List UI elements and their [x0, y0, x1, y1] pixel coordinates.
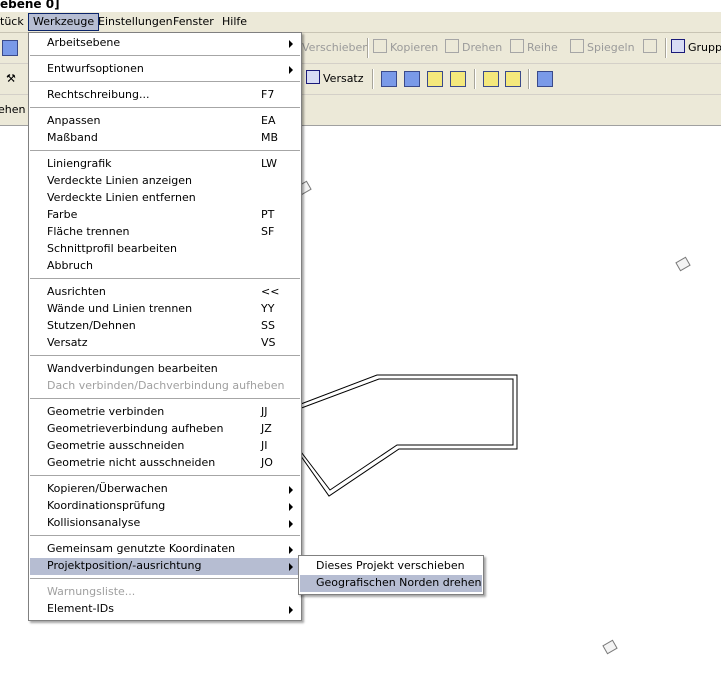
uncut-geometry-icon[interactable]: [450, 71, 466, 87]
window-title: ebene 0]: [0, 0, 60, 11]
menu-fenster[interactable]: Fenster: [169, 14, 218, 30]
group-icon: [671, 39, 685, 53]
hammer-icon[interactable]: ⚒: [6, 70, 16, 88]
paint-icon[interactable]: [505, 71, 521, 87]
menu-item-projektposition[interactable]: Projektposition/-ausrichtung: [30, 558, 300, 575]
werkzeuge-dropdown: Arbeitsebene Entwurfsoptionen Rechtschre…: [28, 32, 302, 621]
rotate-icon: [445, 39, 459, 53]
menu-separator: [30, 150, 300, 151]
menu-item-geometrie-nicht-ausschneiden[interactable]: Geometrie nicht ausschneiden JO: [30, 455, 300, 472]
menu-separator: [30, 535, 300, 536]
menu-item-wandverbindungen[interactable]: Wandverbindungen bearbeiten: [30, 361, 300, 378]
submenu-arrow-icon: [289, 503, 293, 511]
copy-button[interactable]: Kopieren: [373, 39, 438, 57]
menu-item-flaeche-trennen[interactable]: Fläche trennen SF: [30, 224, 300, 241]
menu-item-geometrieverbindung-aufheben[interactable]: Geometrieverbindung aufheben JZ: [30, 421, 300, 438]
menu-item-element-ids[interactable]: Element-IDs: [30, 601, 300, 618]
menu-werkzeuge[interactable]: Werkzeuge: [28, 13, 100, 31]
menu-item-versatz[interactable]: Versatz VS: [30, 335, 300, 352]
title-bar: ebene 0]: [0, 0, 721, 12]
submenu-arrow-icon: [289, 520, 293, 528]
menu-item-schnittprofil[interactable]: Schnittprofil bearbeiten: [30, 241, 300, 258]
menu-item-dach-verbinden: Dach verbinden/Dachverbindung aufheben: [47, 379, 285, 392]
copy-icon: [373, 39, 387, 53]
array-button[interactable]: Reihe: [510, 39, 558, 57]
submenu-item-projekt-verschieben[interactable]: Dieses Projekt verschieben: [300, 558, 482, 575]
menu-item-geometrie-ausschneiden[interactable]: Geometrie ausschneiden JI: [30, 438, 300, 455]
unjoin-geometry-icon[interactable]: [404, 71, 420, 87]
menu-item-warnungsliste: Warnungsliste...: [47, 585, 136, 598]
menu-item-koordinationspruefung[interactable]: Koordinationsprüfung: [30, 498, 300, 515]
menu-item-liniengrafik[interactable]: Liniengrafik LW: [30, 156, 300, 173]
mirror-icon: [570, 39, 584, 53]
menu-item-verdeckte-linien-entfernen[interactable]: Verdeckte Linien entfernen: [30, 190, 300, 207]
menu-item-stutzen-dehnen[interactable]: Stutzen/Dehnen SS: [30, 318, 300, 335]
menu-separator: [30, 475, 300, 476]
menu-einstellungen[interactable]: Einstellungen: [94, 14, 177, 30]
menu-item-massband[interactable]: Maßband MB: [30, 130, 300, 147]
menu-item-anpassen[interactable]: Anpassen EA: [30, 113, 300, 130]
menu-item-arbeitsebene[interactable]: Arbeitsebene: [30, 35, 300, 52]
menu-separator: [30, 578, 300, 579]
submenu-arrow-icon: [289, 546, 293, 554]
menu-item-rechtschreibung[interactable]: Rechtschreibung... F7: [30, 87, 300, 104]
submenu-arrow-icon: [289, 606, 293, 614]
submenu-arrow-icon: [289, 40, 293, 48]
menu-item-waende-linien-trennen[interactable]: Wände und Linien trennen YY: [30, 301, 300, 318]
menu-separator: [30, 81, 300, 82]
menu-separator: [30, 355, 300, 356]
resize-button[interactable]: [643, 39, 660, 57]
toolbar-separator: [367, 38, 369, 58]
projektposition-submenu: Dieses Projekt verschieben Geografischen…: [298, 555, 484, 595]
rotate-button[interactable]: Drehen: [445, 39, 502, 57]
menu-bar: tück Werkzeuge Einstellungen Fenster Hil…: [0, 12, 721, 33]
toolbar-separator: [372, 69, 374, 89]
toolbar-separator: [528, 69, 530, 89]
linework-icon[interactable]: [537, 71, 553, 87]
menu-separator: [30, 398, 300, 399]
join-geometry-icon[interactable]: [381, 71, 397, 87]
submenu-item-norden-drehen[interactable]: Geografischen Norden drehen: [300, 575, 482, 592]
move-button[interactable]: Verschieben: [302, 39, 369, 57]
menu-item-entwurfsoptionen[interactable]: Entwurfsoptionen: [30, 61, 300, 78]
menu-item-farbe[interactable]: Farbe PT: [30, 207, 300, 224]
menu-item-ausrichten[interactable]: Ausrichten <<: [30, 284, 300, 301]
menu-item-gemeinsame-koordinaten[interactable]: Gemeinsam genutzte Koordinaten: [30, 541, 300, 558]
submenu-arrow-icon: [289, 563, 293, 571]
cut-geometry-icon[interactable]: [427, 71, 443, 87]
menu-hilfe[interactable]: Hilfe: [218, 14, 251, 30]
offset-button[interactable]: Versatz: [306, 70, 364, 88]
offset-icon: [306, 70, 320, 84]
options-bar-label: ehen: [0, 103, 26, 116]
toolbar-separator: [474, 69, 476, 89]
array-icon: [510, 39, 524, 53]
resize-icon: [643, 39, 657, 53]
menu-separator: [30, 278, 300, 279]
menu-separator: [30, 55, 300, 56]
tool-icon[interactable]: [2, 40, 18, 56]
menu-item-kollisionsanalyse[interactable]: Kollisionsanalyse: [30, 515, 300, 532]
submenu-arrow-icon: [289, 66, 293, 74]
group-button[interactable]: Grupp: [671, 39, 721, 57]
toolbar-separator: [665, 38, 667, 58]
menu-item-geometrie-verbinden[interactable]: Geometrie verbinden JJ: [30, 404, 300, 421]
menu-separator: [30, 107, 300, 108]
submenu-arrow-icon: [289, 486, 293, 494]
split-face-icon[interactable]: [483, 71, 499, 87]
mirror-button[interactable]: Spiegeln: [570, 39, 635, 57]
menu-item-kopieren-ueberwachen[interactable]: Kopieren/Überwachen: [30, 481, 300, 498]
menu-item-abbruch[interactable]: Abbruch: [30, 258, 300, 275]
menu-item-verdeckte-linien-anzeigen[interactable]: Verdeckte Linien anzeigen: [30, 173, 300, 190]
menu-bauteil[interactable]: tück: [0, 14, 28, 30]
